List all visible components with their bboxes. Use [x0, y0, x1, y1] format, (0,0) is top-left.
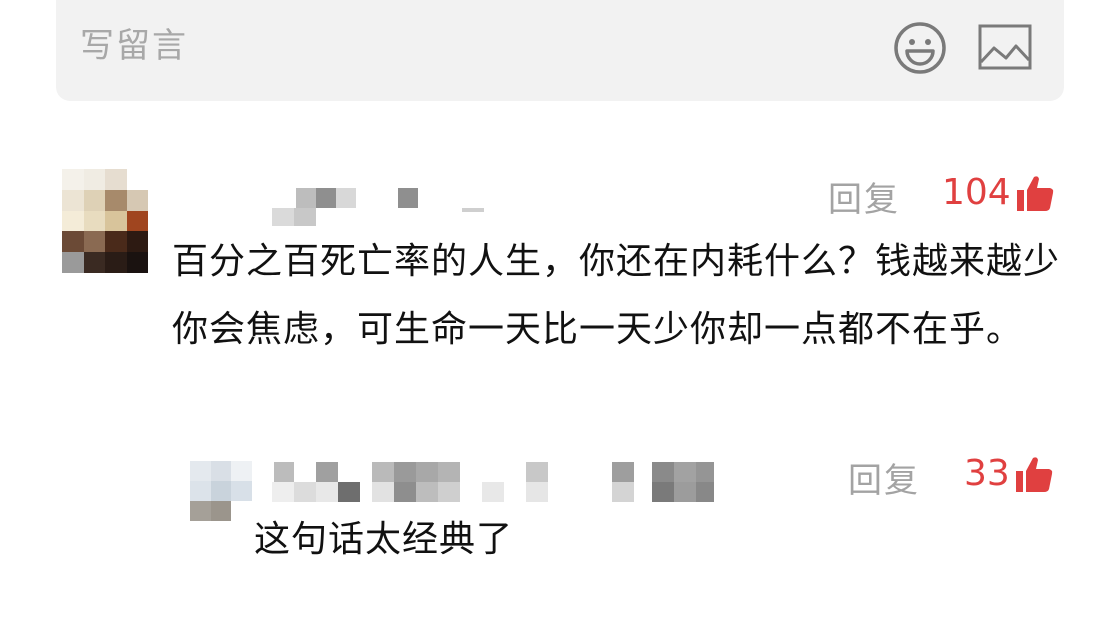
image-picture-icon[interactable]	[978, 24, 1032, 70]
reply-button[interactable]: 回复	[848, 453, 920, 502]
reply-text: 这句话太经典了	[254, 519, 514, 560]
username[interactable]	[272, 188, 500, 226]
comment-actions: 回复 104	[828, 172, 1053, 221]
avatar[interactable]	[190, 461, 252, 521]
like-button[interactable]: 33	[964, 453, 1054, 494]
like-button[interactable]: 104	[942, 172, 1055, 213]
username[interactable]	[272, 462, 716, 504]
thumbs-up-icon	[1015, 456, 1053, 492]
comment-input-bar[interactable]: 写留言	[56, 0, 1064, 101]
comment-input-placeholder[interactable]: 写留言	[80, 24, 188, 68]
thumbs-up-icon	[1016, 175, 1053, 211]
like-count: 104	[942, 172, 1011, 213]
reply-button[interactable]: 回复	[828, 172, 900, 221]
avatar[interactable]	[62, 169, 148, 273]
smiley-face-icon[interactable]	[892, 20, 948, 76]
comment-text: 百分之百死亡率的人生，你还在内耗什么？钱越来越少你会焦虑，可生命一天比一天少你却…	[172, 241, 1061, 350]
like-count: 33	[964, 453, 1010, 494]
reply-actions: 回复 33	[848, 453, 1053, 502]
